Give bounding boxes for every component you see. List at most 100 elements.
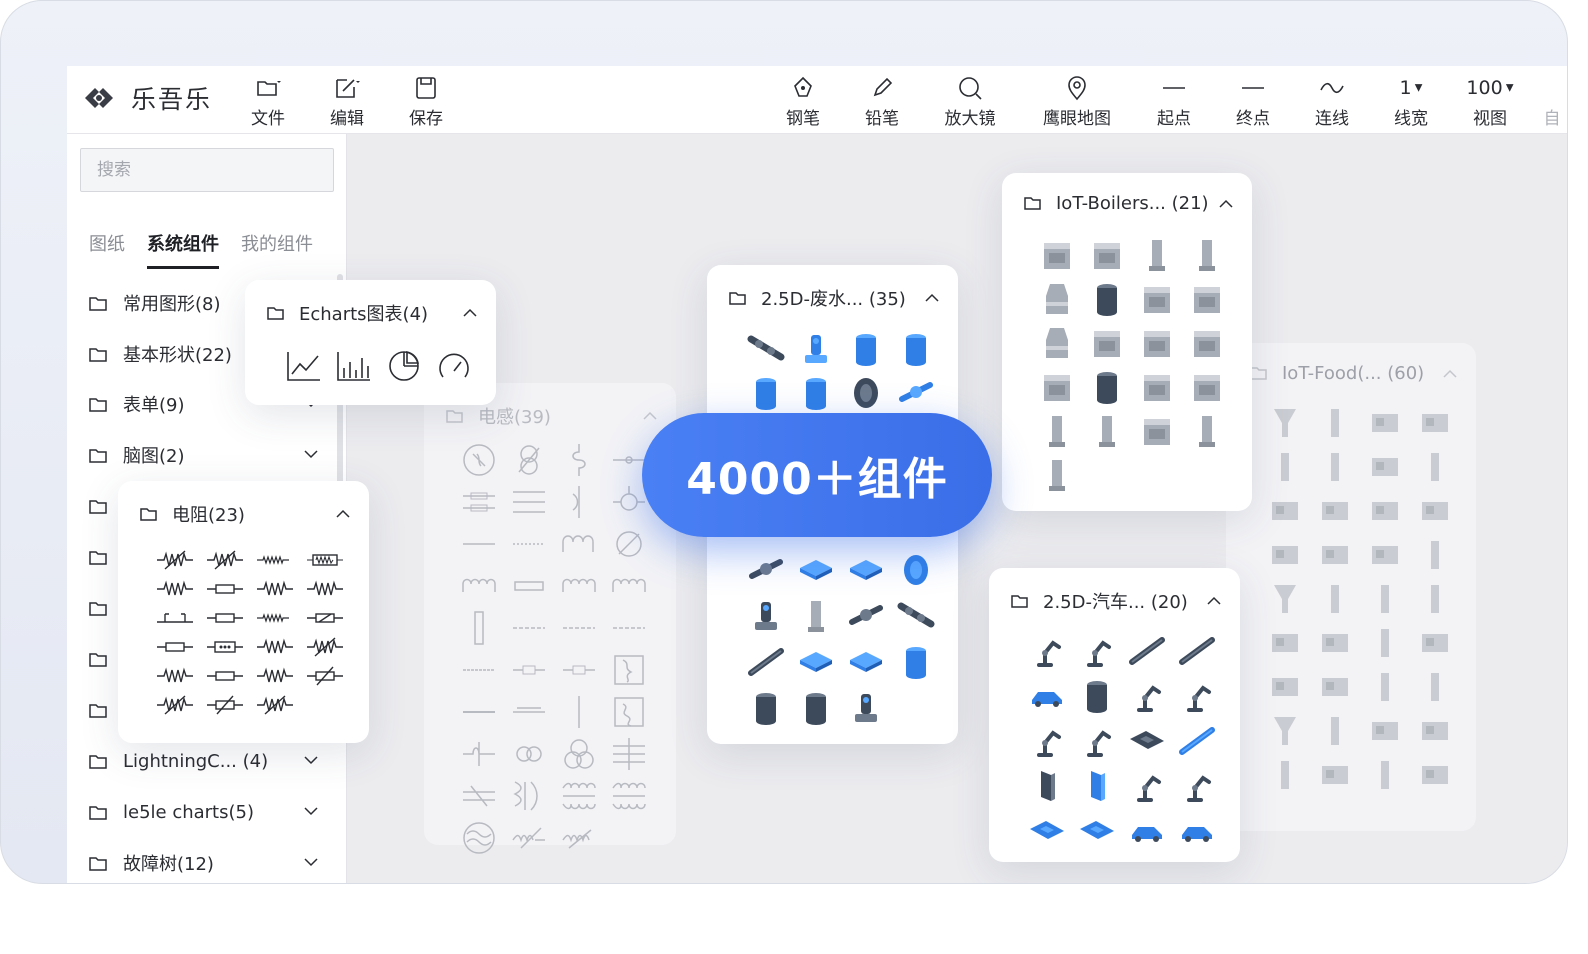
wastewater-equipment[interactable] (841, 547, 891, 593)
symbol-item[interactable] (604, 775, 654, 817)
symbol-item[interactable] (504, 565, 554, 607)
resistor-symbol[interactable] (200, 545, 250, 574)
resistor-symbol[interactable] (150, 632, 200, 661)
car-production-equipment[interactable] (1172, 673, 1222, 718)
resistor-symbol[interactable] (250, 545, 300, 574)
food-equipment[interactable] (1260, 533, 1310, 577)
panel-header[interactable]: 电阻(23) (140, 501, 351, 527)
bar-chart-icon[interactable] (329, 346, 379, 386)
panel-header[interactable]: Echarts图表(4) (267, 300, 478, 326)
food-equipment[interactable] (1310, 621, 1360, 665)
panel-header[interactable]: IoT-Food(... (60) (1250, 363, 1458, 384)
resistor-symbol[interactable] (250, 574, 300, 603)
food-equipment[interactable] (1360, 621, 1410, 665)
symbol-item[interactable] (604, 607, 654, 649)
wastewater-equipment[interactable] (791, 547, 841, 593)
boiler-equipment[interactable] (1132, 321, 1182, 365)
food-equipment[interactable] (1360, 665, 1410, 709)
resistor-symbol[interactable] (200, 603, 250, 632)
resistor-symbol[interactable] (250, 661, 300, 690)
wastewater-equipment[interactable] (741, 593, 791, 639)
food-equipment[interactable] (1360, 489, 1410, 533)
car-production-equipment[interactable] (1122, 673, 1172, 718)
symbol-item[interactable] (504, 817, 554, 859)
symbol-item[interactable] (504, 733, 554, 775)
boiler-equipment[interactable] (1182, 365, 1232, 409)
symbol-item[interactable] (554, 817, 604, 859)
category-item[interactable]: 脑图(2) (89, 440, 319, 470)
tab-system-components[interactable]: 系统组件 (147, 230, 219, 269)
symbol-item[interactable] (454, 691, 504, 733)
car-production-equipment[interactable] (1022, 628, 1072, 673)
resistor-symbol[interactable] (250, 603, 300, 632)
magnifier-tool-button[interactable]: 放大镜 (940, 74, 1000, 129)
boiler-equipment[interactable] (1032, 321, 1082, 365)
car-production-equipment[interactable] (1072, 718, 1122, 763)
food-equipment[interactable] (1310, 401, 1360, 445)
panel-header[interactable]: IoT-Boilers... (21) (1024, 193, 1234, 214)
resistor-symbol[interactable] (150, 661, 200, 690)
car-production-equipment[interactable] (1072, 763, 1122, 808)
wastewater-equipment[interactable] (891, 327, 941, 371)
food-equipment[interactable] (1260, 621, 1310, 665)
boiler-equipment[interactable] (1032, 453, 1082, 497)
symbol-item[interactable] (554, 775, 604, 817)
boiler-equipment[interactable] (1082, 277, 1132, 321)
resistor-symbol[interactable] (150, 574, 200, 603)
resistor-symbol[interactable] (150, 603, 200, 632)
boiler-equipment[interactable] (1082, 233, 1132, 277)
symbol-item[interactable] (554, 565, 604, 607)
boiler-equipment[interactable] (1032, 277, 1082, 321)
boiler-equipment[interactable] (1132, 409, 1182, 453)
wastewater-equipment[interactable] (791, 639, 841, 685)
symbol-item[interactable] (504, 607, 554, 649)
food-equipment[interactable] (1410, 401, 1460, 445)
car-production-equipment[interactable] (1172, 718, 1222, 763)
category-item[interactable]: le5le charts(5) (89, 797, 319, 827)
resistor-symbol[interactable] (250, 690, 300, 719)
symbol-item[interactable] (504, 649, 554, 691)
food-equipment[interactable] (1360, 445, 1410, 489)
food-equipment[interactable] (1260, 753, 1310, 797)
symbol-item[interactable] (454, 607, 504, 649)
wastewater-equipment[interactable] (741, 685, 791, 731)
symbol-item[interactable] (454, 775, 504, 817)
wastewater-equipment[interactable] (791, 685, 841, 731)
resistor-symbol[interactable] (200, 661, 250, 690)
food-equipment[interactable] (1410, 665, 1460, 709)
food-equipment[interactable] (1260, 577, 1310, 621)
car-production-equipment[interactable] (1072, 673, 1122, 718)
symbol-item[interactable] (454, 817, 504, 859)
food-equipment[interactable] (1410, 533, 1460, 577)
symbol-item[interactable] (604, 523, 654, 565)
food-equipment[interactable] (1310, 577, 1360, 621)
symbol-item[interactable] (504, 481, 554, 523)
car-production-equipment[interactable] (1172, 808, 1222, 853)
food-equipment[interactable] (1260, 489, 1310, 533)
wastewater-equipment[interactable] (891, 371, 941, 415)
car-production-equipment[interactable] (1022, 808, 1072, 853)
food-equipment[interactable] (1360, 401, 1410, 445)
car-production-equipment[interactable] (1022, 673, 1072, 718)
resistor-symbol[interactable] (300, 545, 350, 574)
resistor-symbol[interactable] (200, 574, 250, 603)
food-equipment[interactable] (1410, 709, 1460, 753)
symbol-item[interactable] (454, 523, 504, 565)
resistor-symbol[interactable] (300, 661, 350, 690)
car-production-equipment[interactable] (1072, 808, 1122, 853)
food-equipment[interactable] (1360, 753, 1410, 797)
resistor-symbol[interactable] (300, 574, 350, 603)
boiler-equipment[interactable] (1082, 409, 1132, 453)
gauge-chart-icon[interactable] (429, 346, 479, 386)
line-width-dropdown[interactable]: 1 ▼ 线宽 (1381, 74, 1441, 129)
food-equipment[interactable] (1310, 665, 1360, 709)
food-equipment[interactable] (1310, 445, 1360, 489)
boiler-equipment[interactable] (1082, 365, 1132, 409)
wastewater-equipment[interactable] (891, 593, 941, 639)
car-production-equipment[interactable] (1122, 718, 1172, 763)
car-production-equipment[interactable] (1122, 628, 1172, 673)
boiler-equipment[interactable] (1082, 321, 1132, 365)
food-equipment[interactable] (1260, 709, 1310, 753)
minimap-tool-button[interactable]: 鹰眼地图 (1036, 74, 1118, 129)
category-item[interactable]: 故障树(12) (89, 848, 319, 878)
